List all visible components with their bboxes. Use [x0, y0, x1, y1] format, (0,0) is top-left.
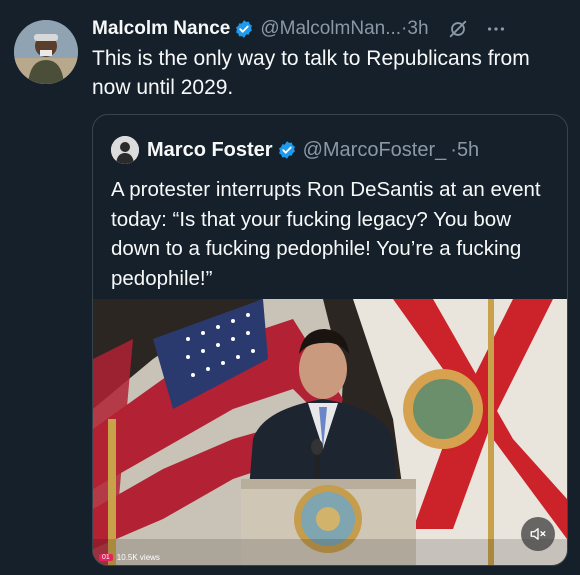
- tweet-header: Malcolm Nance @MalcolmNan... · 3h: [92, 16, 566, 42]
- live-badge: 01: [99, 553, 113, 561]
- author-handle[interactable]: @MalcolmNan...: [260, 18, 401, 40]
- quote-verified-badge-icon: [277, 140, 297, 160]
- verified-badge-icon: [234, 19, 254, 39]
- quote-author-handle[interactable]: @MarcoFoster_: [303, 139, 447, 162]
- quote-author-name[interactable]: Marco Foster: [147, 139, 273, 162]
- video-player[interactable]: 01 10.5K views: [93, 299, 567, 565]
- quote-separator-dot: ·: [450, 138, 457, 161]
- tweet-time[interactable]: 3h: [407, 18, 428, 40]
- grok-icon[interactable]: [447, 18, 469, 40]
- author-name[interactable]: Malcolm Nance: [92, 18, 230, 40]
- views-overlay: 01 10.5K views: [99, 551, 160, 563]
- quote-author-avatar[interactable]: [111, 136, 139, 164]
- video-frame: [93, 299, 567, 565]
- quote-text: A protester interrupts Ron DeSantis at a…: [111, 178, 541, 290]
- more-options-icon[interactable]: [485, 18, 507, 40]
- views-count: 10.5K views: [116, 552, 160, 562]
- mute-button[interactable]: [521, 517, 555, 551]
- author-avatar[interactable]: [14, 20, 78, 84]
- quoted-tweet[interactable]: Marco Foster @MarcoFoster_ · 5h A protes…: [92, 114, 568, 566]
- volume-muted-icon: [530, 528, 546, 540]
- tweet-text: This is the only way to talk to Republic…: [92, 47, 530, 99]
- quote-header: Marco Foster @MarcoFoster_ · 5h: [111, 135, 479, 165]
- quote-time[interactable]: 5h: [457, 139, 479, 162]
